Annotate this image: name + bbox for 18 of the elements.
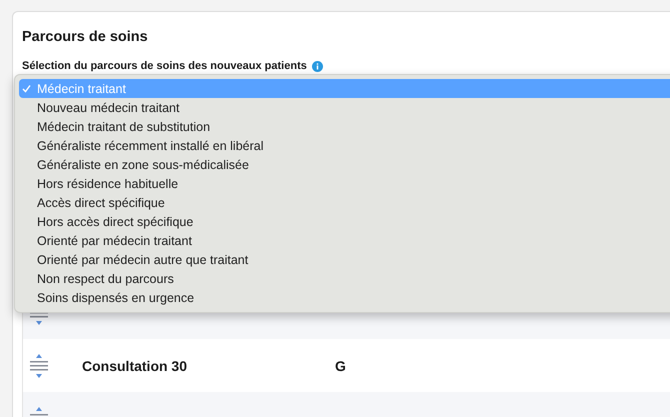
menu-option[interactable]: Accès direct spécifique: [19, 193, 670, 212]
table-cell-text: Consultation 30: [82, 358, 188, 374]
menu-option[interactable]: Orienté par médecin traitant: [19, 231, 670, 250]
info-icon[interactable]: [312, 60, 323, 72]
menu-option[interactable]: Généraliste en zone sous-médicalisée: [19, 155, 670, 174]
menu-option[interactable]: Orienté par médecin autre que traitant: [19, 250, 670, 269]
menu-option[interactable]: Soins dispensés en urgence: [19, 288, 670, 307]
menu-option[interactable]: Nouveau médecin traitant: [19, 98, 670, 117]
menu-option[interactable]: Médecin traitant de substitution: [19, 117, 670, 136]
drag-handle-icon[interactable]: [29, 352, 49, 378]
field-label: Sélection du parcours de soins des nouveaux patients: [22, 59, 307, 73]
menu-option[interactable]: Hors accès direct spécifique: [19, 212, 670, 231]
section-title: Parcours de soins: [22, 28, 149, 46]
menu-option[interactable]: Hors résidence habituelle: [19, 174, 670, 193]
table-cell: G: [335, 358, 346, 374]
menu-option[interactable]: Non respect du parcours: [19, 269, 670, 288]
check-icon: [22, 84, 31, 93]
menu-option[interactable]: Généraliste récemment installé en libéral: [19, 136, 670, 155]
